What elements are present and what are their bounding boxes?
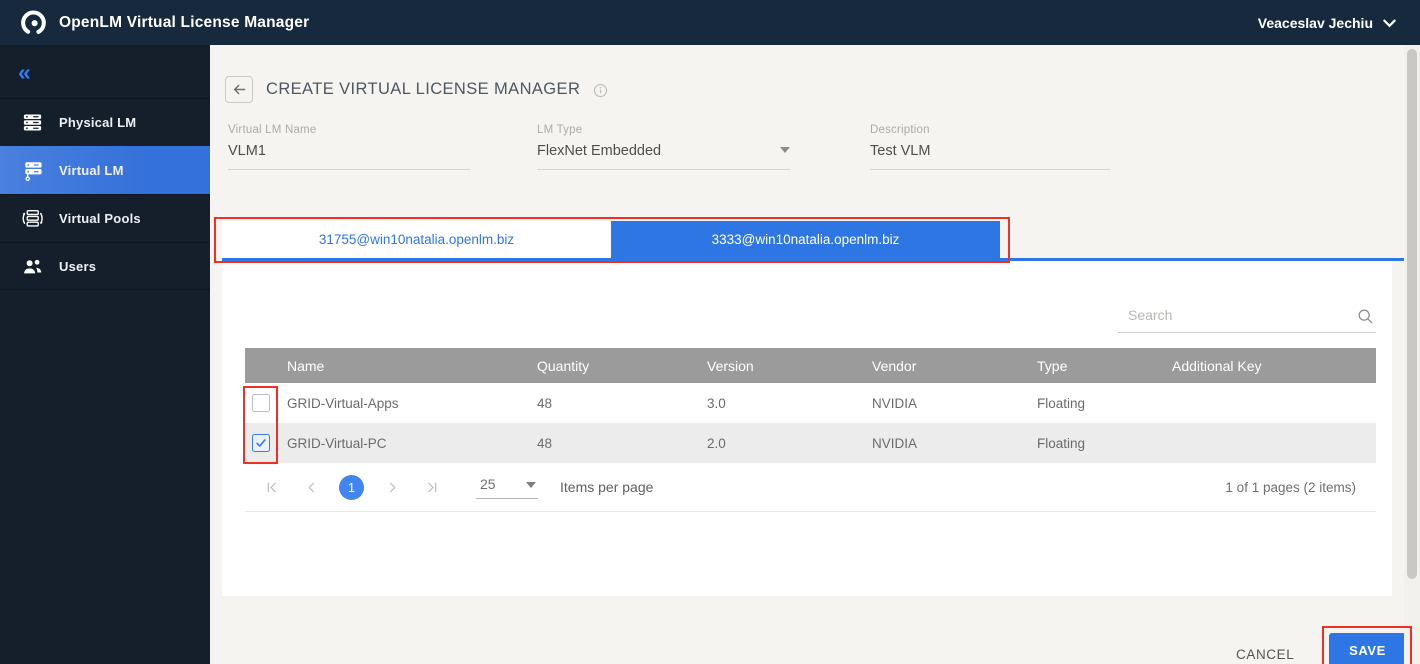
main-content: CREATE VIRTUAL LICENSE MANAGER Virtual L… — [210, 45, 1420, 664]
cell-quantity: 48 — [537, 396, 707, 411]
column-header-quantity: Quantity — [537, 358, 707, 374]
page-title: CREATE VIRTUAL LICENSE MANAGER — [266, 80, 580, 99]
lm-type-field: LM Type FlexNet Embedded — [537, 124, 790, 170]
last-page-button[interactable] — [420, 475, 444, 499]
user-name: Veaceslav Jechiu — [1258, 15, 1373, 31]
column-header-vendor: Vendor — [872, 358, 1037, 374]
cell-name: GRID-Virtual-PC — [287, 436, 537, 451]
users-icon — [21, 255, 44, 278]
app-title: OpenLM Virtual License Manager — [59, 14, 309, 32]
virtual-lm-name-field: Virtual LM Name — [228, 124, 470, 170]
current-page-button[interactable]: 1 — [339, 475, 364, 500]
sidebar-items: Physical LM Virtual LM Virtual Pools Use… — [0, 98, 210, 290]
table-row[interactable]: GRID-Virtual-Apps 48 3.0 NVIDIA Floating — [245, 383, 1376, 423]
pagination-summary: 1 of 1 pages (2 items) — [1225, 480, 1356, 495]
table-header-row: Name Quantity Version Vendor Type Additi… — [245, 348, 1376, 383]
cell-version: 2.0 — [707, 436, 872, 451]
lm-type-select[interactable]: FlexNet Embedded — [537, 143, 790, 170]
cell-name: GRID-Virtual-Apps — [287, 396, 537, 411]
column-header-name: Name — [287, 358, 537, 374]
screen: OpenLM Virtual License Manager Veaceslav… — [0, 0, 1420, 664]
sidebar-collapse-button[interactable]: « — [18, 61, 31, 84]
tabs-underline — [222, 258, 1408, 261]
sidebar-item-label: Virtual LM — [59, 163, 124, 178]
lm-type-label: LM Type — [537, 124, 790, 136]
column-header-additional-key: Additional Key — [1172, 358, 1376, 374]
sidebar-item-virtual-lm[interactable]: Virtual LM — [0, 146, 210, 194]
vertical-scrollbar — [1404, 45, 1420, 664]
items-per-page-select[interactable]: 25 — [476, 476, 538, 499]
sidebar-item-physical-lm[interactable]: Physical LM — [0, 98, 210, 146]
virtual-lm-icon — [21, 159, 44, 182]
search-box — [1118, 303, 1376, 333]
chevron-down-icon — [1383, 15, 1396, 31]
physical-lm-icon — [21, 111, 44, 134]
cell-type: Floating — [1037, 436, 1172, 451]
sidebar-item-label: Users — [59, 259, 96, 274]
search-input[interactable] — [1118, 303, 1376, 333]
sidebar-item-label: Virtual Pools — [59, 211, 141, 226]
save-button[interactable]: SAVE — [1329, 633, 1406, 664]
column-header-type: Type — [1037, 358, 1172, 374]
cell-version: 3.0 — [707, 396, 872, 411]
virtual-pools-icon — [21, 207, 44, 230]
next-page-button[interactable] — [380, 475, 404, 499]
user-menu[interactable]: Veaceslav Jechiu — [1258, 0, 1396, 45]
first-page-button[interactable] — [259, 475, 283, 499]
dropdown-arrow-icon — [526, 482, 536, 488]
openlm-logo-icon — [20, 9, 47, 36]
row-checkbox[interactable] — [252, 434, 270, 452]
lm-type-value: FlexNet Embedded — [537, 143, 661, 159]
tab-port-3333[interactable]: 3333@win10natalia.openlm.biz — [611, 221, 1000, 258]
items-per-page-value: 25 — [480, 476, 496, 492]
tab-port-31755[interactable]: 31755@win10natalia.openlm.biz — [222, 221, 611, 258]
cancel-button[interactable]: CANCEL — [1228, 643, 1302, 664]
sidebar-item-virtual-pools[interactable]: Virtual Pools — [0, 194, 210, 242]
cell-quantity: 48 — [537, 436, 707, 451]
dropdown-arrow-icon — [780, 147, 790, 153]
back-button[interactable] — [225, 76, 253, 103]
sidebar: « Physical LM Virtual LM Virtual Pools — [0, 45, 210, 664]
previous-page-button[interactable] — [299, 475, 323, 499]
row-checkbox[interactable] — [252, 394, 270, 412]
pagination: 1 25 Items per page 1 of 1 pages (2 item… — [245, 463, 1376, 512]
description-input[interactable] — [870, 143, 1110, 170]
scrollbar-thumb[interactable] — [1407, 49, 1417, 579]
cell-vendor: NVIDIA — [872, 396, 1037, 411]
sidebar-item-label: Physical LM — [59, 115, 136, 130]
virtual-lm-name-label: Virtual LM Name — [228, 124, 470, 136]
cell-type: Floating — [1037, 396, 1172, 411]
table-row[interactable]: GRID-Virtual-PC 48 2.0 NVIDIA Floating — [245, 423, 1376, 463]
features-table: Name Quantity Version Vendor Type Additi… — [245, 348, 1376, 463]
page-header: CREATE VIRTUAL LICENSE MANAGER — [225, 75, 608, 103]
description-label: Description — [870, 124, 1110, 136]
cell-vendor: NVIDIA — [872, 436, 1037, 451]
topbar: OpenLM Virtual License Manager Veaceslav… — [0, 0, 1420, 45]
sidebar-item-users[interactable]: Users — [0, 242, 210, 290]
search-icon[interactable] — [1357, 308, 1374, 325]
description-field: Description — [870, 124, 1110, 170]
info-icon[interactable] — [593, 83, 608, 98]
virtual-lm-name-input[interactable] — [228, 143, 470, 170]
column-header-version: Version — [707, 358, 872, 374]
items-per-page-label: Items per page — [560, 479, 653, 495]
